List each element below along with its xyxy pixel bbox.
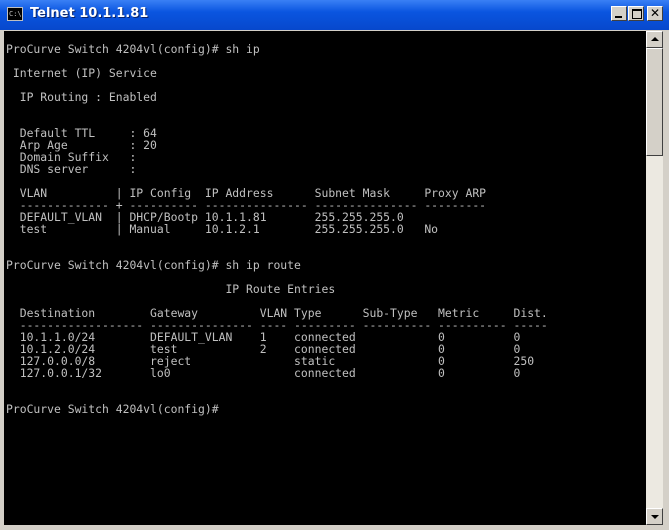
console-line: 127.0.0.1/32 lo0 connected 0 0	[6, 366, 521, 380]
scroll-down-button[interactable]	[646, 508, 663, 525]
telnet-window: C:\ Telnet 10.1.1.81 ✕ ProCurve Switch 4…	[0, 0, 669, 530]
console-line: Internet (IP) Service	[6, 66, 157, 80]
console-line: IP Route Entries	[6, 282, 336, 296]
minimize-button[interactable]	[611, 6, 627, 21]
arrow-up-icon	[651, 37, 659, 41]
vertical-scrollbar[interactable]	[646, 31, 663, 525]
title-bar[interactable]: C:\ Telnet 10.1.1.81 ✕	[0, 0, 669, 31]
arrow-down-icon	[651, 515, 659, 519]
close-icon: ✕	[649, 6, 661, 20]
console-line: ProCurve Switch 4204vl(config)# sh ip	[6, 42, 260, 56]
scroll-up-button[interactable]	[646, 31, 663, 48]
maximize-button[interactable]	[628, 6, 644, 21]
console-app-icon[interactable]: C:\	[7, 7, 23, 21]
console-line: IP Routing : Enabled	[6, 90, 157, 104]
close-button[interactable]: ✕	[647, 6, 663, 21]
console-line: test | Manual 10.1.2.1 255.255.255.0 No	[6, 222, 439, 236]
scrollbar-thumb[interactable]	[646, 48, 663, 156]
window-title: Telnet 10.1.1.81	[30, 6, 149, 21]
console-line: ProCurve Switch 4204vl(config)# sh ip ro…	[6, 258, 301, 272]
command-prompt[interactable]: ProCurve Switch 4204vl(config)#	[6, 403, 225, 416]
terminal-output[interactable]: ProCurve Switch 4204vl(config)# sh ip In…	[4, 31, 646, 525]
console-line: DNS server :	[6, 162, 137, 176]
